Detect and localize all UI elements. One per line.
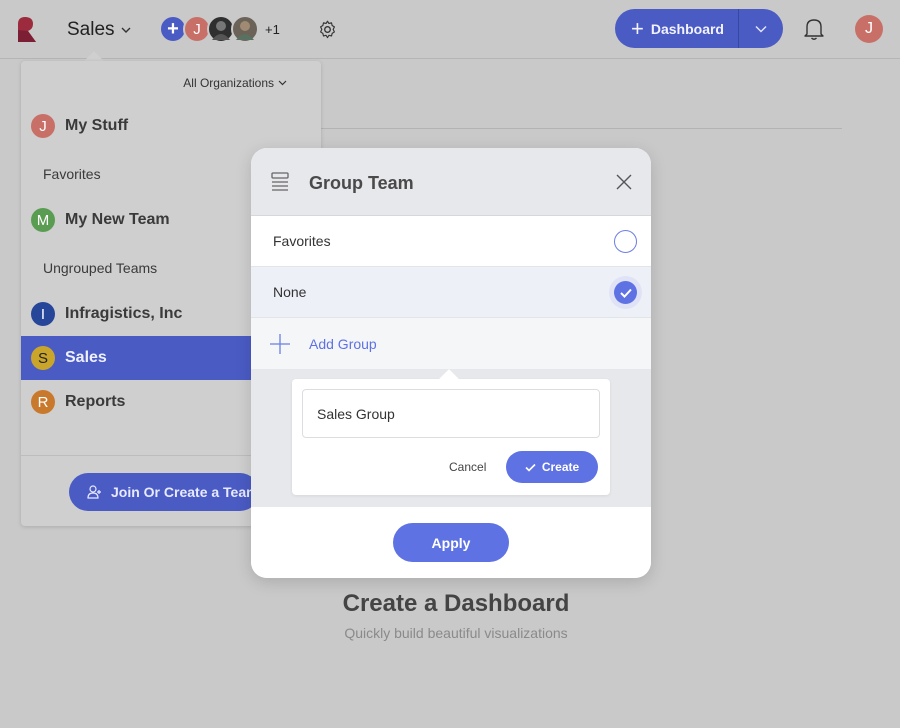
apply-button[interactable]: Apply: [393, 523, 509, 562]
close-icon[interactable]: [616, 174, 632, 190]
dashboard-dropdown-button[interactable]: [739, 25, 783, 33]
users-icon: [87, 485, 101, 499]
app-logo[interactable]: [16, 16, 38, 43]
radio-button-checked[interactable]: [614, 281, 637, 304]
new-group-form: Cancel Create: [292, 369, 610, 495]
group-icon: [271, 172, 289, 191]
group-label: Favorites: [43, 166, 101, 182]
more-members-count[interactable]: +1: [265, 22, 280, 37]
group-label: Ungrouped Teams: [43, 260, 158, 276]
group-team-dialog: Group Team Favorites None Add Group Canc…: [251, 148, 651, 578]
group-name-input[interactable]: [302, 389, 600, 438]
team-avatar: S: [31, 346, 55, 370]
empty-state-subtitle: Quickly build beautiful visualizations: [344, 625, 568, 641]
org-filter-label: All Organizations: [183, 76, 274, 90]
empty-state-title: Create a Dashboard: [342, 590, 570, 617]
team-menu-item-label: Infragistics, Inc: [65, 305, 183, 322]
group-option-label: Favorites: [273, 233, 331, 249]
team-avatar: M: [31, 208, 55, 232]
team-menu-item-label: Sales: [65, 349, 107, 366]
team-switcher-label: Sales: [67, 19, 115, 40]
dialog-header: Group Team: [251, 148, 651, 216]
member-avatar-photo[interactable]: [231, 15, 259, 43]
group-option-favorites[interactable]: Favorites: [251, 216, 651, 267]
bell-icon[interactable]: [803, 17, 825, 41]
chevron-down-icon: [121, 27, 131, 33]
plus-icon: [270, 334, 290, 354]
new-dashboard-label: Dashboard: [650, 20, 724, 37]
create-button[interactable]: Create: [506, 451, 598, 483]
dialog-footer: Apply: [251, 507, 651, 578]
team-switcher[interactable]: Sales: [67, 19, 131, 41]
create-label: Create: [541, 460, 580, 474]
user-avatar[interactable]: J: [855, 15, 883, 43]
group-option-none[interactable]: None: [251, 267, 651, 318]
team-menu-item-label: My Stuff: [65, 117, 129, 134]
check-icon: [525, 463, 536, 472]
top-bar: Sales + J +1 + Dashboard J: [0, 0, 900, 59]
team-avatar: I: [31, 302, 55, 326]
gear-icon[interactable]: [317, 19, 338, 40]
popover-caret: [439, 369, 459, 389]
radio-button[interactable]: [614, 230, 637, 253]
group-option-label: None: [273, 284, 307, 300]
dashboard-button-group: + Dashboard: [615, 9, 783, 48]
check-icon: [619, 288, 632, 298]
cancel-button[interactable]: Cancel: [449, 460, 486, 474]
join-or-create-team-label: Join Or Create a Team: [111, 484, 259, 500]
add-group-row[interactable]: Add Group: [251, 318, 651, 369]
team-menu-item-my-stuff[interactable]: J My Stuff: [21, 104, 321, 148]
team-members: + J +1: [159, 15, 280, 43]
dialog-title: Group Team: [309, 173, 414, 193]
org-filter-dropdown[interactable]: All Organizations: [183, 76, 287, 90]
add-group-label: Add Group: [309, 336, 377, 352]
divider: [320, 128, 842, 129]
join-or-create-team-button[interactable]: Join Or Create a Team: [69, 473, 259, 511]
chevron-down-icon: [755, 25, 767, 33]
new-dashboard-button[interactable]: + Dashboard: [615, 9, 739, 48]
new-group-area: Cancel Create: [251, 369, 651, 508]
chevron-down-icon: [278, 80, 287, 86]
plus-icon: +: [631, 15, 644, 41]
team-menu-item-label: My New Team: [65, 211, 170, 228]
team-avatar: J: [31, 114, 55, 138]
team-avatar: R: [31, 390, 55, 414]
team-menu-item-label: Reports: [65, 393, 126, 410]
